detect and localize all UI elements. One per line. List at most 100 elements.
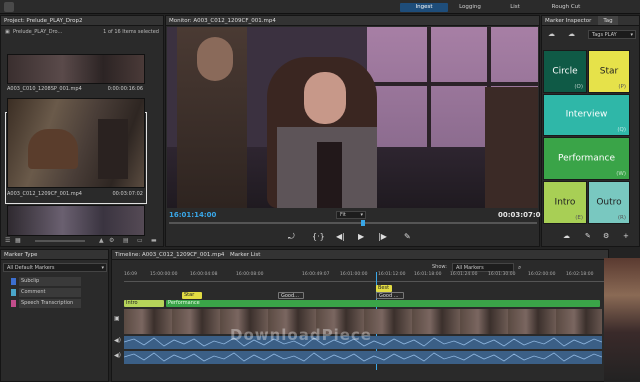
tile-label: Circle — [552, 66, 578, 76]
tile-label: Star — [599, 66, 619, 76]
clip-caption-1: A003_C010_1208SP_001.mp4 0:00:00:16:06 — [7, 85, 145, 94]
ruler-tick: 16:00:08:00 — [236, 272, 264, 277]
in-out-icon[interactable]: {·} — [312, 232, 325, 241]
marker-filter-value: All Default Markers — [7, 265, 55, 271]
video-frame — [167, 27, 538, 208]
ruler-tick: 16:00:49:07 — [302, 272, 330, 277]
speaker-icon: ◀) — [114, 352, 121, 359]
marker-type-item[interactable]: Comment — [11, 288, 81, 297]
marker-type-item[interactable]: Speech Transcription — [11, 299, 81, 308]
tag-tile-interview[interactable]: Interview (Q) — [543, 94, 630, 136]
settings-icon[interactable]: ⚙ — [603, 232, 609, 240]
cloud-sync-icon[interactable]: ☁ — [563, 232, 570, 240]
tag-tile-outro[interactable]: Outro (R) — [588, 181, 630, 224]
app-window: Ingest Logging List Rough Cut Project: P… — [0, 0, 640, 382]
new-folder-icon[interactable]: ▭ — [137, 237, 143, 245]
ruler-tick: 16:00:04:08 — [190, 272, 218, 277]
clip-thumbnail-1[interactable] — [7, 54, 145, 84]
tab-rough-cut[interactable]: Rough Cut — [544, 3, 588, 12]
clip-thumbnail-3[interactable] — [7, 205, 145, 236]
tag-tile-intro[interactable]: Intro (E) — [543, 181, 587, 224]
new-item-icon[interactable]: ▤ — [123, 237, 129, 245]
project-toolbar: ☰ ▦ ▲ ⚙ ▤ ▭ ▬ — [5, 237, 159, 245]
zoom-slider[interactable] — [35, 240, 85, 242]
app-logo-icon — [4, 2, 14, 12]
lock-icon[interactable]: ▲ — [99, 237, 104, 245]
play-icon[interactable]: ▶ — [358, 232, 364, 241]
tile-shortcut: (E) — [575, 215, 583, 221]
marker-star[interactable]: Star — [182, 292, 202, 299]
tag-tile-star[interactable]: Star (P) — [588, 50, 630, 93]
marker-intro[interactable]: Intro — [124, 300, 164, 307]
tab-marker-list[interactable]: Marker List — [230, 250, 260, 259]
chevron-down-icon: ▾ — [101, 265, 104, 271]
show-value: All Markers — [456, 265, 484, 271]
show-label: Show: — [432, 264, 447, 270]
tag-tile-circle[interactable]: Circle (O) — [543, 50, 587, 93]
tile-label: Performance — [557, 153, 616, 163]
ruler-tick: 16:09 — [124, 272, 137, 277]
playhead-scrubber[interactable] — [169, 220, 537, 226]
tab-list[interactable]: List — [500, 3, 530, 12]
step-forward-icon[interactable]: |▶ — [378, 232, 387, 241]
tile-label: Outro — [596, 197, 622, 207]
marker-type-label: Speech Transcription — [19, 299, 81, 308]
ruler-tick: 16:01:24:00 — [450, 272, 478, 277]
delete-icon[interactable]: ▬ — [151, 237, 157, 245]
tab-logging[interactable]: Logging — [452, 3, 488, 12]
wrench-icon[interactable]: ✎ — [404, 232, 411, 241]
show-select[interactable]: All Markers — [452, 263, 514, 272]
marker-performance[interactable]: Performance — [166, 300, 600, 307]
marker-type-label: Subclip — [19, 277, 81, 286]
tag-tile-performance[interactable]: Performance (W) — [543, 137, 630, 180]
marker-comment[interactable]: Good ... — [376, 292, 404, 299]
ruler-tick: 16:02:18:00 — [566, 272, 594, 277]
tile-shortcut: (P) — [618, 84, 626, 90]
ruler-tick: 16:01:00:00 — [340, 272, 368, 277]
tag-set-value: Tags PLAY — [592, 32, 617, 38]
tab-ingest[interactable]: Ingest — [400, 3, 448, 12]
marker-comment[interactable]: Good... — [278, 292, 304, 299]
clip-thumbnail-2[interactable] — [7, 98, 145, 188]
search-icon[interactable]: ⌕ — [518, 263, 521, 272]
color-swatch — [11, 300, 16, 307]
timeline-ruler[interactable]: 16:09 15:00:00:00 16:00:04:08 16:00:08:0… — [124, 272, 604, 280]
playhead[interactable] — [361, 220, 365, 226]
add-icon[interactable]: + — [623, 232, 629, 240]
marker-best[interactable]: Best — [376, 285, 392, 292]
list-view-icon[interactable]: ☰ — [5, 237, 10, 245]
marker-filter-select[interactable]: All Default Markers ▾ — [3, 263, 107, 272]
bin-name[interactable]: Prelude_PLAY_Dro... — [13, 28, 62, 37]
ruler-tick: 16:01:18:00 — [414, 272, 442, 277]
project-bin-row: ▣ Prelude_PLAY_Dro... 1 of 16 Items sele… — [1, 28, 163, 37]
loop-icon[interactable]: ⤾ — [288, 232, 295, 242]
ruler-tick: 16:01:30:00 — [488, 272, 516, 277]
thumbnail-view-icon[interactable]: ▦ — [15, 237, 21, 245]
clip-name: A003_C012_1209CF_001.mp4 — [7, 191, 82, 197]
tag-toolbar: ☁ ☁ Tags PLAY ▾ — [544, 30, 639, 40]
cloud-upload-icon[interactable]: ☁ — [568, 30, 575, 38]
clip-caption-2: A003_C012_1209CF_001.mp4 00:03:07:02 — [7, 190, 145, 199]
tab-marker-inspector[interactable]: Marker Inspector — [542, 18, 591, 24]
color-swatch — [11, 289, 16, 296]
watermark: DownloadPiece — [230, 326, 372, 344]
tab-tag[interactable]: Tag — [598, 16, 618, 25]
marker-type-title: Marker Type — [1, 250, 108, 260]
tile-shortcut: (Q) — [617, 127, 626, 133]
tag-set-select[interactable]: Tags PLAY ▾ — [588, 30, 636, 39]
zoom-value: Fit — [340, 212, 346, 218]
cloud-icon[interactable]: ☁ — [548, 30, 555, 38]
ruler-tick: 16:02:00:00 — [528, 272, 556, 277]
video-track-icon: ▣ — [114, 315, 120, 322]
settings-icon[interactable]: ⚙ — [109, 237, 114, 245]
clip-name: A003_C010_1208SP_001.mp4 — [7, 86, 82, 92]
inspector-toolbar: ☁ ✎ ⚙ + — [543, 232, 638, 242]
pencil-icon[interactable]: ✎ — [585, 232, 591, 240]
step-back-icon[interactable]: ◀| — [336, 232, 345, 241]
marker-type-item[interactable]: Subclip — [11, 277, 81, 286]
zoom-select[interactable]: Fit ▾ — [336, 211, 366, 219]
duration-timecode: 00:03:07:02 — [498, 211, 546, 219]
transport-controls: ⤾ {·} ◀| ▶ |▶ ✎ — [280, 232, 420, 242]
current-timecode[interactable]: 16:01:14:00 — [169, 211, 216, 219]
tab-timeline[interactable]: Timeline: A003_C012_1209CF_001.mp4 — [115, 252, 224, 258]
